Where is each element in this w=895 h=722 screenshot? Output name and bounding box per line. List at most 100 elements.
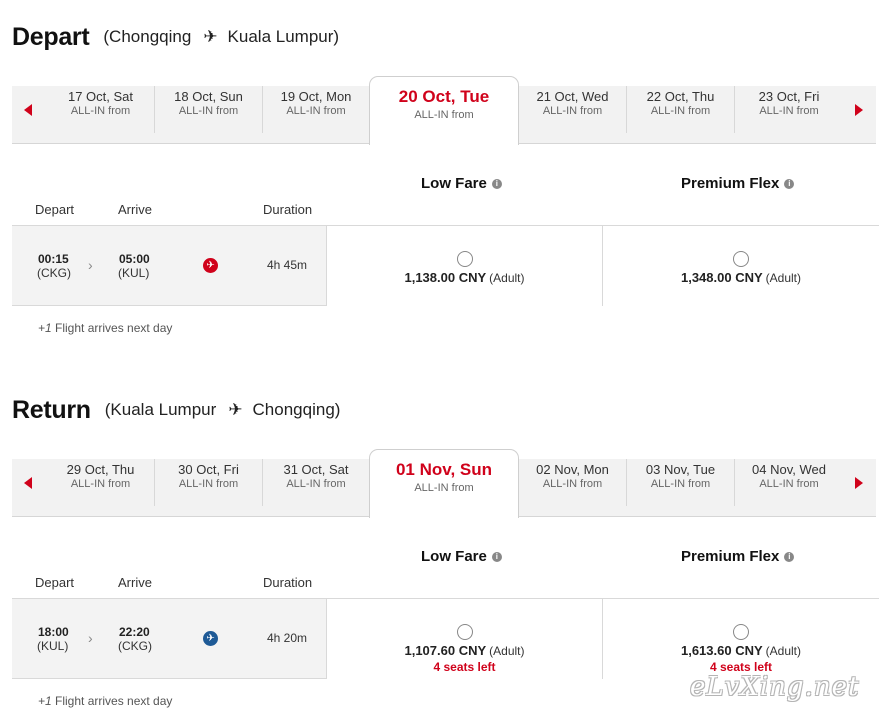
fare-header-flex: Premium Flex i	[681, 175, 795, 192]
column-header-arrive: Arrive	[118, 202, 152, 217]
footnote-text: Flight arrives next day	[51, 694, 173, 708]
date-sublabel: ALL-IN from	[414, 109, 474, 121]
date-tab[interactable]: 23 Oct, Fri ALL-IN from	[735, 86, 843, 133]
arrive-airport: (CKG)	[118, 639, 152, 653]
date-sublabel: ALL-IN from	[542, 478, 603, 490]
fare-option-low[interactable]: 1,138.00 CNY (Adult)	[326, 226, 602, 306]
flight-duration: 4h 20m	[267, 631, 308, 645]
date-label: 03 Nov, Tue	[645, 462, 716, 477]
fare-header-low: Low Fare i	[421, 548, 502, 565]
fare-price-line: 1,613.60 CNY (Adult)	[603, 642, 879, 660]
date-label: 17 Oct, Sat	[67, 89, 134, 104]
airline-logo-icon: ✈	[203, 258, 218, 273]
route-destination: Chongqing)	[252, 400, 341, 419]
fare-price: 1,348.00 CNY	[680, 270, 763, 285]
date-tab[interactable]: 03 Nov, Tue ALL-IN from	[627, 459, 735, 506]
date-sublabel: ALL-IN from	[759, 105, 819, 117]
fare-radio[interactable]	[733, 251, 749, 267]
chevron-right-icon: ›	[88, 630, 93, 646]
date-tab-selected[interactable]: 20 Oct, Tue ALL-IN from	[369, 76, 519, 145]
footnote-text: Flight arrives next day	[51, 321, 173, 335]
depart-heading: Depart (Chongqing ✈ Kuala Lumpur)	[12, 22, 339, 52]
date-label: 21 Oct, Wed	[536, 89, 609, 104]
arrow-left-icon[interactable]	[24, 477, 32, 489]
date-tab[interactable]: 29 Oct, Thu ALL-IN from	[47, 459, 155, 506]
fare-price-line: 1,138.00 CNY (Adult)	[327, 269, 602, 287]
depart-time: 00:15	[38, 252, 69, 266]
footnote-mark: +1	[38, 321, 52, 335]
fare-header-label: Premium Flex	[681, 175, 780, 192]
depart-time: 18:00	[38, 625, 69, 639]
date-sublabel: ALL-IN from	[542, 105, 603, 117]
date-sublabel: ALL-IN from	[759, 478, 819, 490]
column-header-depart: Depart	[35, 575, 75, 590]
depart-airport: (CKG)	[37, 266, 71, 280]
arrive-time: 05:00	[119, 252, 150, 266]
arrive-airport: (KUL)	[118, 266, 150, 280]
footnote-mark: +1	[38, 694, 52, 708]
airline-logo-icon: ✈	[203, 631, 218, 646]
date-tab[interactable]: 17 Oct, Sat ALL-IN from	[47, 86, 155, 133]
date-tab[interactable]: 18 Oct, Sun ALL-IN from	[155, 86, 263, 133]
date-tab[interactable]: 22 Oct, Thu ALL-IN from	[627, 86, 735, 133]
fare-header-low: Low Fare i	[421, 175, 502, 192]
date-sublabel: ALL-IN from	[286, 478, 346, 490]
fare-option-flex[interactable]: 1,613.60 CNY (Adult) 4 seats left	[602, 599, 879, 679]
date-label: 30 Oct, Fri	[178, 462, 239, 477]
date-tab[interactable]: 21 Oct, Wed ALL-IN from	[519, 86, 627, 133]
route-origin: (Kuala Lumpur	[104, 400, 217, 419]
arrow-left-icon[interactable]	[24, 104, 32, 116]
return-heading: Return (Kuala Lumpur ✈ Chongqing)	[12, 395, 340, 425]
return-date-strip: 29 Oct, Thu ALL-IN from 30 Oct, Fri ALL-…	[12, 449, 876, 518]
passenger-type: (Adult)	[765, 271, 801, 285]
airplane-icon: ✈	[203, 27, 218, 46]
column-header-depart: Depart	[35, 202, 75, 217]
date-tab[interactable]: 02 Nov, Mon ALL-IN from	[519, 459, 627, 506]
chevron-right-icon: ›	[88, 257, 93, 273]
date-tab[interactable]: 31 Oct, Sat ALL-IN from	[263, 459, 369, 506]
info-icon[interactable]: i	[784, 551, 795, 562]
fare-price-line: 1,348.00 CNY (Adult)	[603, 269, 879, 287]
date-tab[interactable]: 19 Oct, Mon ALL-IN from	[263, 86, 369, 133]
date-label: 01 Nov, Sun	[395, 460, 493, 479]
fare-radio[interactable]	[456, 624, 473, 640]
date-label: 19 Oct, Mon	[280, 89, 352, 104]
arrow-right-icon[interactable]	[855, 104, 863, 116]
date-sublabel: ALL-IN from	[70, 105, 131, 117]
fare-header-label: Low Fare	[421, 175, 487, 192]
depart-airport: (KUL)	[37, 639, 69, 653]
fare-radio[interactable]	[456, 251, 473, 267]
date-label: 29 Oct, Thu	[66, 462, 135, 477]
info-icon[interactable]: i	[491, 178, 502, 189]
flight-row: 00:15 (CKG) › 05:00 (KUL) ✈ 4h 45m 1,138…	[12, 226, 879, 306]
column-header-duration: Duration	[263, 202, 313, 217]
info-icon[interactable]: i	[491, 551, 502, 562]
info-icon[interactable]: i	[784, 178, 795, 189]
depart-title: Depart	[12, 22, 90, 51]
date-label: 04 Nov, Wed	[752, 462, 826, 477]
next-day-footnote: +1 Flight arrives next day	[38, 321, 172, 335]
date-sublabel: ALL-IN from	[178, 478, 239, 490]
return-title: Return	[12, 395, 91, 424]
date-tab-selected[interactable]: 01 Nov, Sun ALL-IN from	[369, 449, 519, 518]
fare-header-flex: Premium Flex i	[681, 548, 795, 565]
flight-duration: 4h 45m	[267, 258, 308, 272]
date-sublabel: ALL-IN from	[650, 105, 711, 117]
fare-header-label: Low Fare	[421, 548, 487, 565]
date-label: 31 Oct, Sat	[283, 462, 349, 477]
date-label: 02 Nov, Mon	[536, 462, 609, 477]
date-tab[interactable]: 04 Nov, Wed ALL-IN from	[735, 459, 843, 506]
date-tab[interactable]: 30 Oct, Fri ALL-IN from	[155, 459, 263, 506]
arrow-right-icon[interactable]	[855, 477, 863, 489]
watermark: eLvXing.net	[690, 672, 860, 702]
date-label: 20 Oct, Tue	[398, 87, 490, 106]
fare-price: 1,613.60 CNY	[680, 643, 763, 658]
date-label: 22 Oct, Thu	[646, 89, 715, 104]
return-route: (Kuala Lumpur ✈ Chongqing)	[105, 400, 341, 420]
fare-option-low[interactable]: 1,107.60 CNY (Adult) 4 seats left	[326, 599, 602, 679]
fare-option-flex[interactable]: 1,348.00 CNY (Adult)	[602, 226, 879, 306]
fare-header-label: Premium Flex	[681, 548, 780, 565]
flight-row: 18:00 (KUL) › 22:20 (CKG) ✈ 4h 20m 1,107…	[12, 599, 879, 679]
fare-radio[interactable]	[733, 624, 749, 640]
date-sublabel: ALL-IN from	[178, 105, 239, 117]
